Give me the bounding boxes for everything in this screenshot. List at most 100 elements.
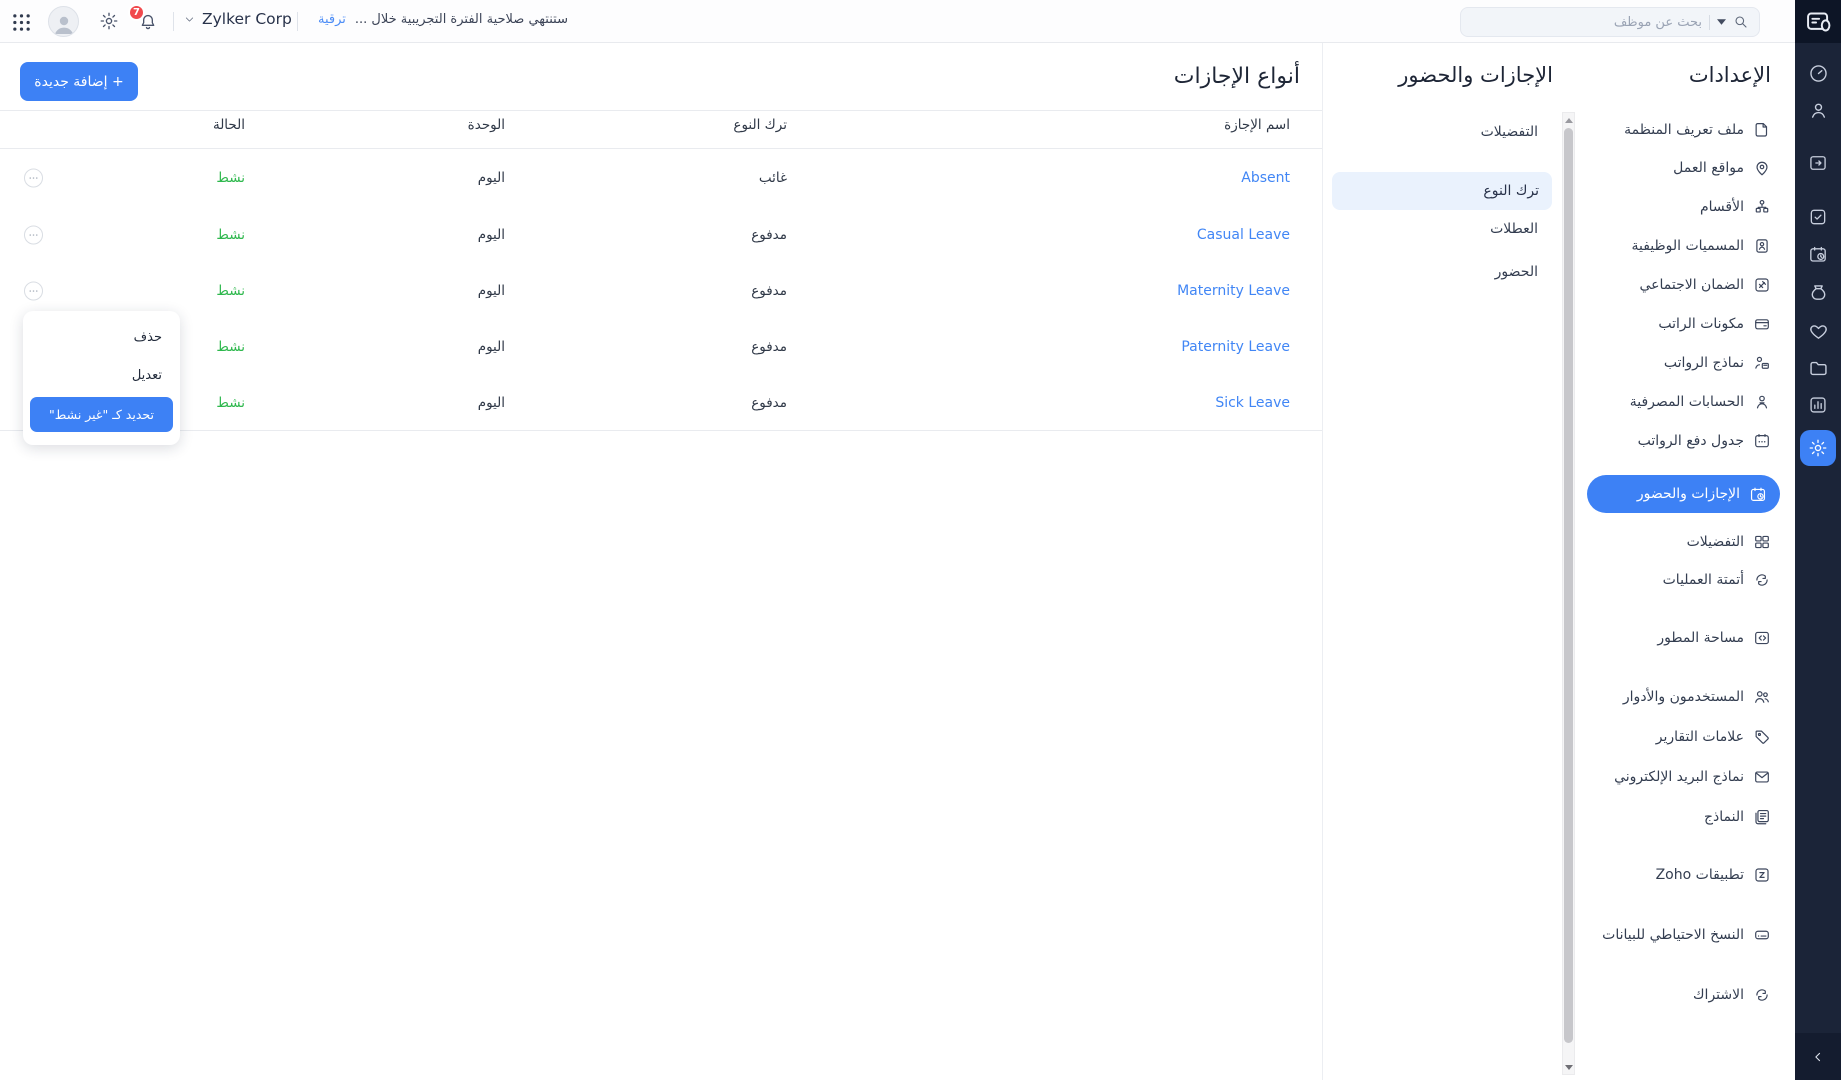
upgrade-link[interactable]: ترقية [318,12,346,27]
subnav-title: الإجازات والحضور [1398,63,1553,87]
chevron-down-icon [184,14,195,25]
scroll-down-arrow[interactable] [1563,1060,1574,1074]
status-badge: نشط [216,170,245,186]
dashboard-clock-icon[interactable] [1795,61,1841,85]
settings-item[interactable]: النماذج [1704,802,1771,832]
settings-item[interactable]: التفضيلات [1687,527,1771,557]
collapse-rail-button[interactable] [1795,1033,1841,1080]
leave-unit-cell: اليوم [478,339,505,355]
code-box-icon [1753,629,1771,647]
search-input[interactable] [1471,15,1702,30]
settings-item[interactable]: الاشتراك [1693,980,1771,1010]
status-badge: نشط [216,283,245,299]
settings-item[interactable]: أتمتة العمليات [1663,565,1771,595]
company-name: Zylker Corp [202,10,292,28]
notification-badge: 7 [128,4,145,21]
wallet-icon [1753,315,1771,333]
leave-name-link[interactable]: Paternity Leave [1181,339,1290,355]
settings-item[interactable]: نماذج الرواتب [1664,348,1771,378]
menu-item-edit[interactable]: تعديل [132,364,162,386]
settings-item[interactable]: تطبيقات Zoho [1656,860,1771,890]
task-check-icon[interactable] [1795,205,1841,229]
settings-item[interactable]: مواقع العمل [1673,153,1771,183]
subnav-item-active[interactable]: ترك النوع [1332,172,1552,210]
page: 7 Zylker Corp ترقية ستنتهي صلاحية الفترة… [0,0,1841,1080]
calendar-clock-icon [1749,485,1767,503]
stamp-icon [1753,276,1771,294]
subnav-item[interactable]: التفضيلات [1481,118,1538,146]
people-app-icon[interactable] [1795,0,1841,43]
search-icon[interactable] [1733,14,1749,30]
scroll-up-arrow[interactable] [1563,113,1574,127]
subnav-item[interactable]: الحضور [1495,258,1538,286]
settings-item[interactable]: علامات التقارير [1656,722,1771,752]
col-header-name: اسم الإجازة [1224,117,1290,133]
settings-item[interactable]: الأقسام [1700,192,1771,222]
col-header-status: الحالة [213,117,245,133]
settings-item[interactable]: نماذج البريد الإلكتروني [1614,762,1771,792]
id-badge-icon [1753,237,1771,255]
settings-item[interactable]: الضمان الاجتماعي [1639,270,1771,300]
add-new-button[interactable]: + إضافة جديدة [20,62,138,101]
settings-item[interactable]: المستخدمون والأدوار [1623,682,1771,712]
settings-item[interactable]: مكونات الراتب [1658,309,1771,339]
row-ellipsis-button[interactable] [24,282,43,301]
row-ellipsis-button[interactable] [24,226,43,245]
leave-unit-cell: اليوم [478,170,505,186]
trial-text: ستنتهي صلاحية الفترة التجريبية خلال ... [355,12,568,27]
apps-grid-icon[interactable] [11,12,31,32]
avatar[interactable] [48,6,79,37]
settings-item[interactable]: مساحة المطور [1657,623,1771,653]
leave-name-link[interactable]: Absent [1241,170,1290,186]
zoho-z-icon [1753,866,1771,884]
settings-nav-panel: الإعدادات ملف تعريف المنظمةمواقع العملال… [1580,43,1795,1080]
settings-item[interactable]: الحسابات المصرفية [1630,387,1771,417]
leave-unit-cell: اليوم [478,283,505,299]
calendar-arrow-icon[interactable] [1795,151,1841,175]
page-title: أنواع الإجازات [1174,64,1300,89]
caret-down-icon[interactable] [1717,19,1726,25]
settings-item-active[interactable]: الإجازات والحضور [1587,475,1780,513]
leave-type-cell: مدفوع [751,283,787,299]
leave-type-cell: مدفوع [751,339,787,355]
settings-item[interactable]: ملف تعريف المنظمة [1624,115,1771,145]
settings-item[interactable]: النسخ الاحتياطي للبيانات [1602,920,1771,950]
row-ellipsis-button[interactable] [24,169,43,188]
gear-icon[interactable] [99,11,119,31]
divider [0,430,1322,431]
subnav-item[interactable]: العطلات [1490,215,1538,243]
rail-settings-active[interactable] [1800,430,1836,466]
bank-person-icon [1753,393,1771,411]
menu-item-delete[interactable]: حذف [134,326,162,348]
leave-name-link[interactable]: Casual Leave [1197,227,1290,243]
bar-chart-icon[interactable] [1795,393,1841,417]
mark-inactive-button[interactable]: تحديد كـ "غير نشط" [30,397,173,432]
employee-search[interactable] [1460,7,1760,37]
calendar-clock-icon[interactable] [1795,243,1841,267]
location-pin-icon [1753,159,1771,177]
status-badge: نشط [216,227,245,243]
calendar-dots-icon [1753,432,1771,450]
leave-name-link[interactable]: Sick Leave [1215,395,1290,411]
scrollbar[interactable] [1562,112,1575,1075]
heart-icon[interactable] [1795,319,1841,343]
company-switcher[interactable]: Zylker Corp [184,10,292,28]
divider [297,12,298,31]
subscription-refresh-icon [1753,986,1771,1004]
col-header-unit: الوحدة [468,117,505,133]
leave-name-link[interactable]: Maternity Leave [1177,283,1290,299]
leave-unit-cell: اليوم [478,395,505,411]
scrollbar-thumb[interactable] [1564,128,1573,1043]
automation-sync-icon [1753,571,1771,589]
money-bag-icon[interactable] [1795,280,1841,304]
status-badge: نشط [216,395,245,411]
status-badge: نشط [216,339,245,355]
folder-icon[interactable] [1795,356,1841,380]
person-icon[interactable] [1795,98,1841,122]
leave-unit-cell: اليوم [478,227,505,243]
settings-item[interactable]: جدول دفع الرواتب [1638,426,1771,456]
col-header-type: ترك النوع [733,117,787,133]
divider [0,110,1322,111]
org-chart-icon [1753,198,1771,216]
settings-item[interactable]: المسميات الوظيفية [1631,231,1771,261]
